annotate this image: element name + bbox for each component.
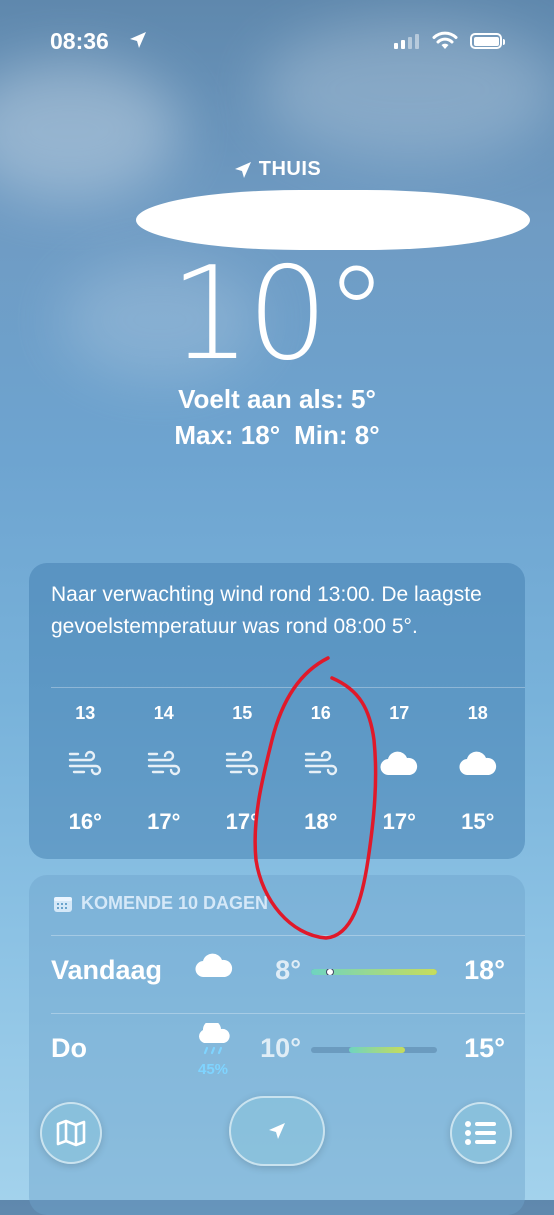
hour-label: 14: [153, 703, 174, 723]
max-min: Max: 18° Min: 8°: [0, 420, 554, 451]
hour-temp: 18°: [304, 809, 338, 834]
day-low: 8°: [275, 955, 301, 985]
day-low: 10°: [260, 1033, 301, 1063]
day-row[interactable]: Do 45% 10° 15°: [29, 1020, 525, 1083]
map-icon: [56, 1119, 86, 1147]
day-high: 18°: [464, 955, 505, 985]
hour-item: 13 16°: [46, 703, 125, 835]
day-row[interactable]: Vandaag 8° 18°: [29, 945, 525, 1005]
wind-icon: [203, 733, 282, 795]
hour-temp: 17°: [382, 809, 416, 834]
hourly-forecast-card[interactable]: Naar verwachting wind rond 13:00. De laa…: [29, 563, 525, 859]
day-name: Do: [51, 1033, 87, 1063]
hourly-list[interactable]: 13 16° 14 17° 15 17° 16 18° 17 17° 18 15°: [29, 703, 525, 835]
feels-like: Voelt aan als: 5°: [178, 384, 376, 414]
status-bar: 08:36: [0, 0, 554, 80]
daily-title-label: KOMENDE 10 DAGEN: [81, 893, 269, 913]
cloud-icon: [189, 951, 239, 986]
bottom-toolbar: [0, 1090, 554, 1200]
cellular-signal-icon: [394, 34, 419, 49]
current-temperature: 10°: [169, 240, 389, 389]
list-button[interactable]: [450, 1102, 512, 1164]
battery-icon: [470, 33, 505, 49]
cloud-icon: [360, 733, 439, 795]
hour-label: 18: [467, 703, 488, 723]
hour-label: 17: [389, 703, 410, 723]
cloud-rain-icon: [189, 1020, 239, 1062]
hour-temp: 15°: [461, 809, 495, 834]
location-arrow-icon: [269, 1123, 285, 1139]
hour-item: 15 17°: [203, 703, 282, 835]
cloud-icon: [439, 733, 518, 795]
list-icon: [465, 1121, 496, 1145]
range-fill: [348, 1047, 406, 1053]
day-high: 15°: [464, 1033, 505, 1063]
wind-icon: [125, 733, 204, 795]
temperature-range-bar: [311, 1047, 437, 1053]
location-arrow-icon: [234, 161, 251, 178]
map-button[interactable]: [40, 1102, 102, 1164]
hourly-summary: Naar verwachting wind rond 13:00. De laa…: [51, 583, 482, 638]
divider: [51, 1013, 525, 1014]
wind-icon: [282, 733, 361, 795]
precipitation-chance: 45%: [197, 1061, 229, 1078]
hour-item: 16 18°: [282, 703, 361, 835]
hour-item: 18 15°: [439, 703, 518, 835]
hour-temp: 16°: [68, 809, 102, 834]
max-temp: Max: 18°: [174, 420, 281, 450]
hour-item: 17 17°: [360, 703, 439, 835]
hour-label: 13: [75, 703, 96, 723]
temperature-range-bar: [311, 969, 437, 975]
hour-label: 16: [310, 703, 331, 723]
location-label: THUIS: [258, 158, 322, 180]
wifi-icon: [432, 31, 458, 49]
location-arrow-icon: [130, 32, 146, 48]
daily-title: KOMENDE 10 DAGEN: [53, 893, 268, 914]
calendar-icon: [54, 896, 72, 912]
hour-temp: 17°: [225, 809, 259, 834]
location-header: THUIS: [0, 158, 554, 186]
min-temp: Min: 8°: [294, 420, 380, 450]
divider: [51, 935, 525, 936]
divider: [51, 687, 525, 688]
status-time: 08:36: [50, 28, 109, 54]
current-temp-dot: [325, 969, 334, 975]
hour-temp: 17°: [147, 809, 181, 834]
hour-label: 15: [232, 703, 253, 723]
day-name: Vandaag: [51, 955, 163, 985]
hour-item: 14 17°: [125, 703, 204, 835]
wind-icon: [46, 733, 125, 795]
location-button[interactable]: [229, 1096, 325, 1166]
